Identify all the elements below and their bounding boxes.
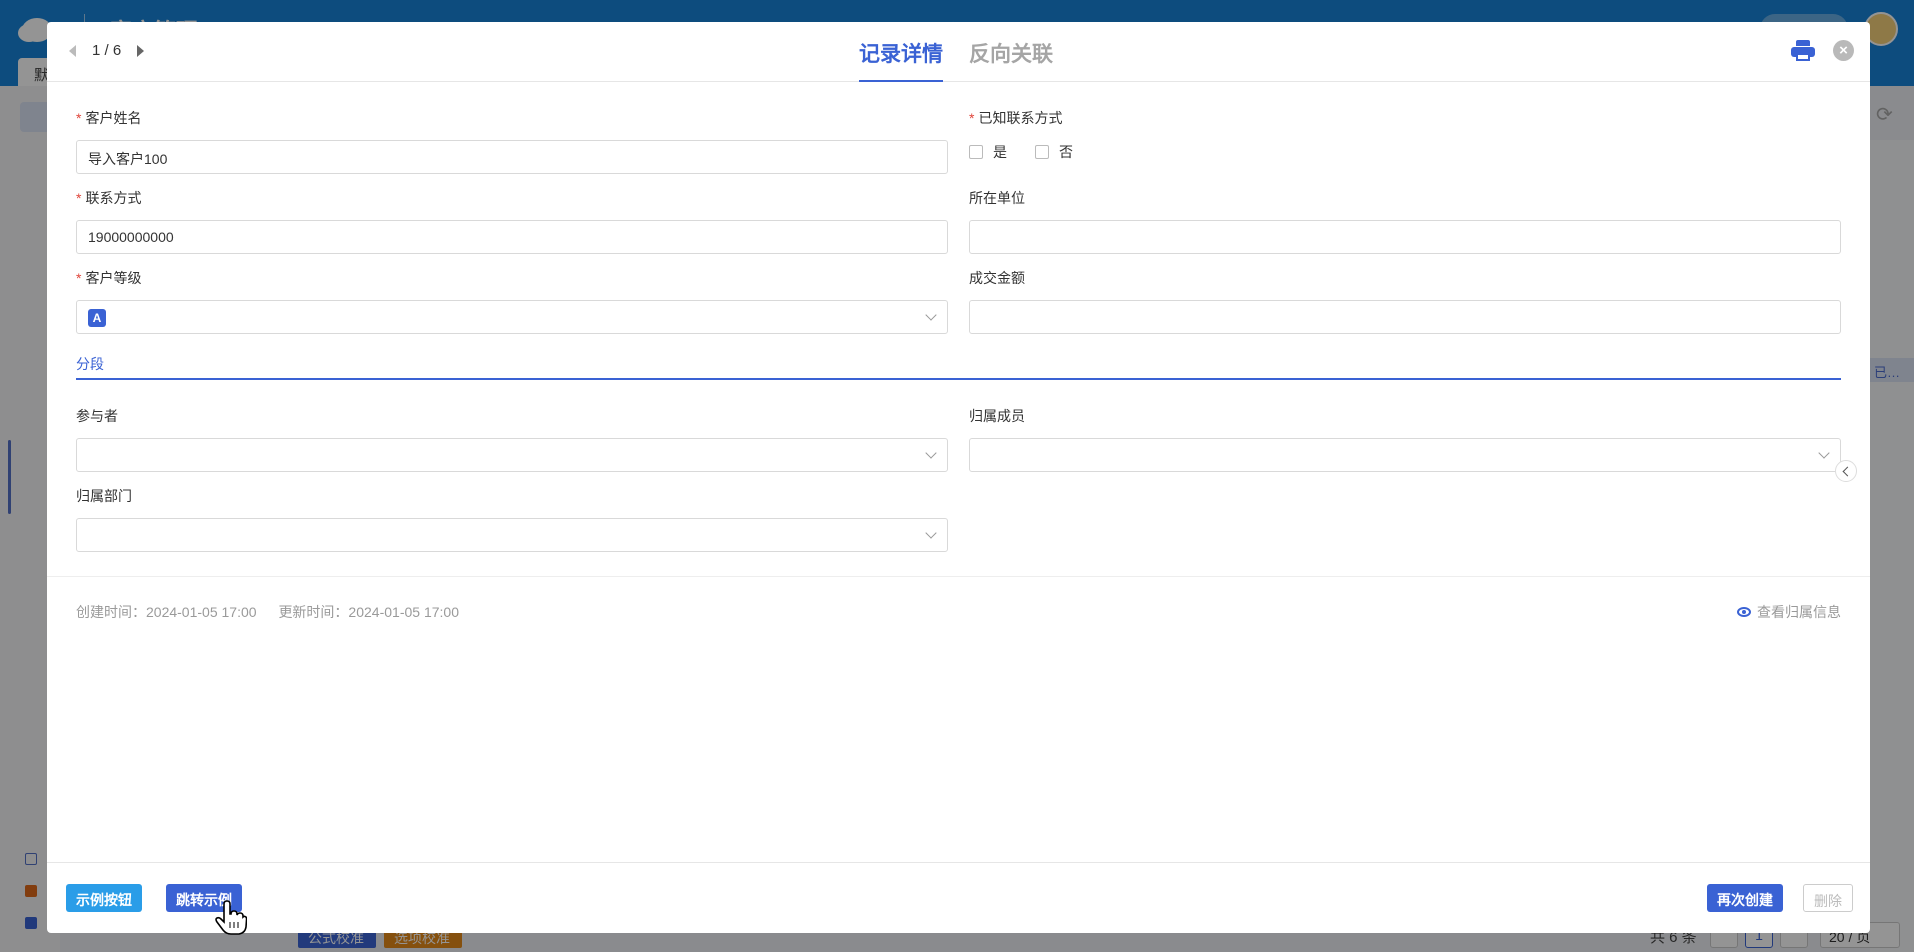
created-time: 创建时间：2024-01-05 17:00: [76, 604, 257, 620]
level-badge: A: [88, 309, 106, 327]
modal-footer: [47, 862, 1870, 933]
prev-record-icon[interactable]: [69, 44, 76, 57]
record-meta: 创建时间：2024-01-05 17:00 更新时间：2024-01-05 17…: [76, 602, 477, 622]
delete-button[interactable]: 删除: [1803, 884, 1853, 912]
eye-icon: [1737, 607, 1751, 617]
level-label: 客户等级: [85, 270, 142, 286]
owner-select[interactable]: [969, 438, 1841, 472]
amount-field: 成交金额: [969, 268, 1841, 334]
department-field: 归属部门: [76, 486, 948, 552]
known-contact-field: * 已知联系方式 是 否: [969, 110, 1073, 160]
department-label: 归属部门: [76, 488, 132, 504]
checkbox-no[interactable]: [1035, 145, 1049, 159]
participants-select[interactable]: [76, 438, 948, 472]
level-field: * 客户等级 A: [76, 268, 948, 334]
customer-name-input[interactable]: 导入客户100: [76, 140, 948, 174]
amount-input[interactable]: [969, 300, 1841, 334]
checkbox-no-label: 否: [1059, 144, 1073, 160]
owner-field: 归属成员: [969, 406, 1841, 472]
chevron-down-icon: [925, 309, 937, 321]
chevron-down-icon: [925, 447, 937, 459]
company-field: 所在单位: [969, 188, 1841, 254]
participants-field: 参与者: [76, 406, 948, 472]
chevron-down-icon: [925, 527, 937, 539]
collapse-panel-button[interactable]: [1835, 460, 1857, 482]
customer-name-field: * 客户姓名 导入客户100: [76, 108, 948, 174]
record-pager: 1 / 6: [69, 42, 145, 59]
department-select[interactable]: [76, 518, 948, 552]
chevron-left-icon: [1842, 466, 1853, 477]
create-again-button[interactable]: 再次创建: [1707, 884, 1783, 912]
company-input[interactable]: [969, 220, 1841, 254]
section-divider: 分段: [76, 354, 1841, 380]
known-contact-label: 已知联系方式: [978, 110, 1063, 126]
amount-label: 成交金额: [969, 270, 1025, 286]
print-icon[interactable]: [1791, 40, 1815, 62]
close-icon[interactable]: ×: [1833, 40, 1854, 61]
record-detail-modal: 1 / 6 记录详情 反向关联 × * 客户姓名 导入客户100 * 已知联系方式 …: [47, 22, 1870, 933]
participants-label: 参与者: [76, 408, 118, 424]
contact-label: 联系方式: [85, 190, 142, 206]
checkbox-yes[interactable]: [969, 145, 983, 159]
chevron-down-icon: [1818, 447, 1830, 459]
tab-reverse-relation[interactable]: 反向关联: [969, 36, 1053, 82]
customer-name-label: 客户姓名: [85, 110, 142, 126]
checkbox-yes-label: 是: [993, 144, 1007, 160]
meta-divider: [47, 576, 1870, 577]
owner-label: 归属成员: [969, 408, 1025, 424]
contact-field: * 联系方式 19000000000: [76, 188, 948, 254]
contact-input[interactable]: 19000000000: [76, 220, 948, 254]
company-label: 所在单位: [969, 190, 1025, 206]
level-select[interactable]: A: [76, 300, 948, 334]
sample-button[interactable]: 示例按钮: [66, 884, 142, 912]
tab-record-detail[interactable]: 记录详情: [859, 36, 943, 82]
view-owner-label: 查看归属信息: [1757, 604, 1841, 620]
updated-time: 更新时间：2024-01-05 17:00: [278, 604, 459, 620]
next-record-icon[interactable]: [137, 44, 145, 57]
modal-header: 1 / 6 记录详情 反向关联 ×: [47, 22, 1870, 82]
hand-cursor-icon: [215, 900, 247, 935]
view-owner-link[interactable]: 查看归属信息: [1737, 602, 1841, 622]
pager-text: 1 / 6: [92, 42, 122, 59]
modal-tabs: 记录详情 反向关联: [859, 36, 1079, 82]
